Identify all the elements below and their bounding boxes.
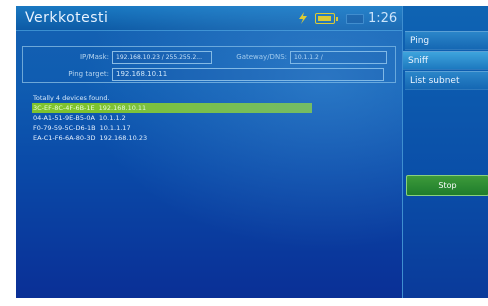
app-title: Verkkotesti — [25, 10, 109, 26]
list-item[interactable]: F0-79-59-5C-D6-1B 10.1.1.17 — [32, 123, 312, 133]
gateway-label: Gateway/DNS: — [236, 53, 287, 61]
list-item[interactable]: EA-C1-F6-6A-80-3D 192.168.10.23 — [32, 133, 312, 143]
battery-level — [318, 16, 331, 21]
menu-item-list-subnet[interactable]: List subnet — [405, 71, 488, 90]
device-ip: 10.1.1.2 — [98, 114, 126, 122]
device-mac: F0-79-59-5C-D6-1B — [33, 124, 96, 132]
main-screen: Verkkotesti 1:26 IP/Mask: 192.168.10.23 … — [16, 6, 402, 298]
signal-icon — [299, 12, 307, 24]
menu-item-sniff[interactable]: Sniff — [403, 51, 488, 70]
function-sidebar: Ping Sniff List subnet Stop — [402, 6, 488, 298]
title-bar: Verkkotesti 1:26 — [16, 6, 402, 31]
device-mac: 04-A1-51-9E-B5-0A — [33, 114, 95, 122]
scan-status: Totally 4 devices found. — [33, 94, 110, 102]
battery-empty-icon — [346, 14, 364, 24]
list-item[interactable]: 3C-EF-8C-4F-6B-1E 192.168.10.11 — [32, 103, 312, 113]
stop-button[interactable]: Stop — [406, 175, 488, 196]
device-list: 3C-EF-8C-4F-6B-1E 192.168.10.11 04-A1-51… — [32, 103, 312, 143]
ip-mask-field[interactable]: 192.168.10.23 / 255.255.2... — [112, 50, 212, 64]
device-mac: 3C-EF-8C-4F-6B-1E — [33, 104, 95, 112]
device-mac: EA-C1-F6-6A-80-3D — [33, 134, 96, 142]
list-item[interactable]: 04-A1-51-9E-B5-0A 10.1.1.2 — [32, 113, 312, 123]
ping-target-row: Ping target: 192.168.10.11 — [23, 66, 384, 82]
ip-row: IP/Mask: 192.168.10.23 / 255.255.2... Ga… — [23, 49, 387, 65]
device-ip: 192.168.10.23 — [99, 134, 148, 142]
device-ip: 192.168.10.11 — [98, 104, 147, 112]
network-info-panel: IP/Mask: 192.168.10.23 / 255.255.2... Ga… — [22, 46, 396, 83]
ip-mask-label: IP/Mask: — [79, 53, 109, 61]
battery-icon — [315, 13, 338, 24]
ping-target-label: Ping target: — [68, 70, 109, 78]
gateway-field[interactable]: 10.1.1.2 / — [290, 50, 387, 64]
ping-target-field[interactable]: 192.168.10.11 — [112, 67, 384, 81]
device-frame: Verkkotesti 1:26 IP/Mask: 192.168.10.23 … — [0, 0, 488, 306]
menu-item-ping[interactable]: Ping — [405, 31, 488, 50]
device-ip: 10.1.1.17 — [99, 124, 131, 132]
clock: 1:26 — [368, 11, 398, 26]
